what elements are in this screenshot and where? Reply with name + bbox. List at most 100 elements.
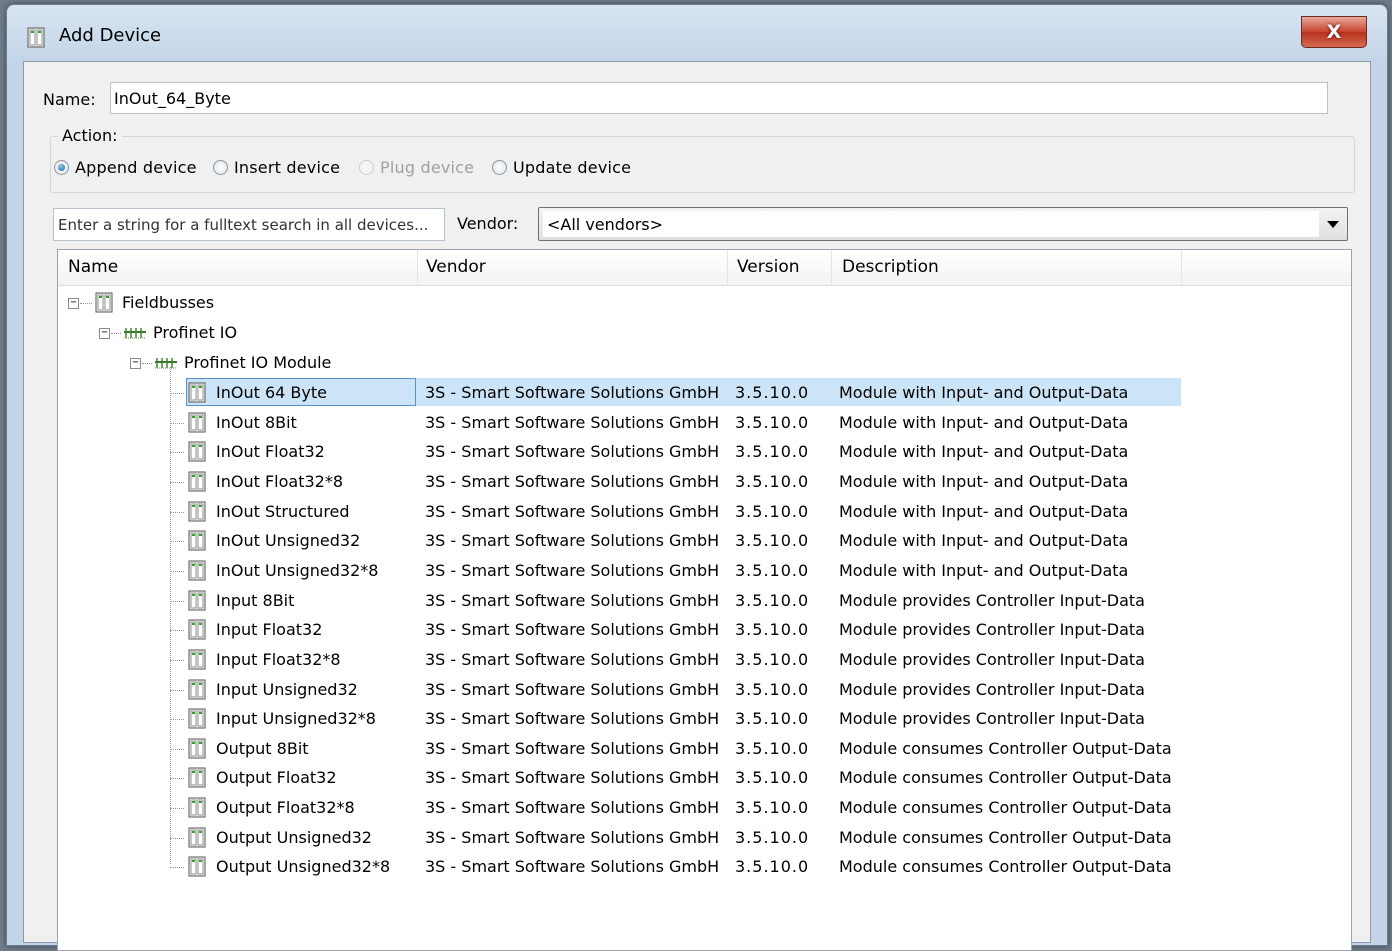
device-description: Module with Input- and Output-Data xyxy=(839,412,1129,432)
tree-node-label: Profinet IO Module xyxy=(184,353,332,372)
append-device-radio[interactable]: Append device xyxy=(54,158,197,177)
table-row-input-float32x8[interactable]: Input Float32*8 3S - Smart Software Solut… xyxy=(58,645,1351,675)
table-row-output-unsigned32x8[interactable]: Output Unsigned32*8 3S - Smart Software S… xyxy=(58,852,1351,882)
tree-line xyxy=(170,452,184,454)
device-version: 3.5.10.0 xyxy=(735,827,810,847)
device-icon xyxy=(188,649,206,670)
device-icon xyxy=(188,530,206,551)
table-row-inout-float32[interactable]: InOut Float32 3S - Smart Software Solutio… xyxy=(58,437,1351,467)
tree-node-fieldbusses[interactable]: − Fieldbusses xyxy=(58,288,1351,318)
device-version: 3.5.10.0 xyxy=(735,442,810,462)
device-version: 3.5.10.0 xyxy=(735,531,810,551)
table-row-input-unsigned32[interactable]: Input Unsigned32 3S - Smart Software Solu… xyxy=(58,675,1351,705)
device-name: Output Unsigned32 xyxy=(216,827,372,847)
device-vendor: 3S - Smart Software Solutions GmbH xyxy=(425,857,720,877)
fieldbus-icon xyxy=(155,357,177,369)
column-header-description[interactable]: Description xyxy=(832,250,1182,285)
table-row-inout-float32x8[interactable]: InOut Float32*8 3S - Smart Software Solut… xyxy=(58,467,1351,497)
device-version: 3.5.10.0 xyxy=(735,649,810,669)
vendor-dropdown[interactable]: <All vendors> xyxy=(538,207,1348,241)
name-input[interactable] xyxy=(110,82,1328,114)
vendor-label: Vendor: xyxy=(457,214,519,233)
device-version: 3.5.10.0 xyxy=(735,501,810,521)
chevron-down-icon[interactable] xyxy=(1327,221,1339,228)
device-icon xyxy=(188,856,206,877)
radio-disabled-icon xyxy=(359,160,374,175)
tree-line xyxy=(170,659,184,661)
table-row-inout-unsigned32x8[interactable]: InOut Unsigned32*8 3S - Smart Software So… xyxy=(58,556,1351,586)
device-vendor: 3S - Smart Software Solutions GmbH xyxy=(425,649,720,669)
device-vendor: 3S - Smart Software Solutions GmbH xyxy=(425,679,720,699)
device-version: 3.5.10.0 xyxy=(735,768,810,788)
device-version: 3.5.10.0 xyxy=(735,798,810,818)
tree-line xyxy=(170,837,184,839)
column-header-vendor[interactable]: Vendor xyxy=(416,250,728,285)
table-row-inout-unsigned32[interactable]: InOut Unsigned32 3S - Smart Software Solu… xyxy=(58,526,1351,556)
device-icon xyxy=(188,501,206,522)
device-description: Module with Input- and Output-Data xyxy=(839,383,1129,402)
column-header-name[interactable]: Name xyxy=(58,250,418,285)
device-icon xyxy=(188,767,206,788)
insert-device-label: Insert device xyxy=(234,158,341,177)
table-row-output-float32[interactable]: Output Float32 3S - Smart Software Soluti… xyxy=(58,763,1351,793)
table-row-inout-8bit[interactable]: InOut 8Bit 3S - Smart Software Solutions … xyxy=(58,408,1351,438)
device-vendor: 3S - Smart Software Solutions GmbH xyxy=(425,768,720,788)
tree-node-label: Profinet IO xyxy=(153,323,238,342)
update-device-radio[interactable]: Update device xyxy=(492,158,631,177)
update-device-label: Update device xyxy=(513,158,632,177)
close-button[interactable]: X xyxy=(1301,16,1367,48)
tree-node-profinet-io-module[interactable]: − Profinet IO Module xyxy=(58,348,1351,378)
device-name: Input 8Bit xyxy=(216,590,295,610)
title-bar[interactable]: Add Device X xyxy=(7,5,1387,61)
device-description: Module with Input- and Output-Data xyxy=(839,501,1129,521)
tree-line xyxy=(170,600,184,602)
device-name: Input Float32*8 xyxy=(216,649,341,669)
device-tree-table[interactable]: Name Vendor Version Description − Fieldb… xyxy=(57,249,1352,951)
device-version: 3.5.10.0 xyxy=(735,383,810,402)
device-version: 3.5.10.0 xyxy=(735,590,810,610)
table-row-output-8bit[interactable]: Output 8Bit 3S - Smart Software Solutions… xyxy=(58,734,1351,764)
table-row-inout-64-byte[interactable]: InOut 64 Byte 3S - Smart Software Solutio… xyxy=(58,378,1351,408)
plug-device-radio: Plug device xyxy=(359,158,474,177)
fulltext-search-input[interactable] xyxy=(53,208,445,241)
device-vendor: 3S - Smart Software Solutions GmbH xyxy=(425,738,720,758)
device-name: InOut 8Bit xyxy=(216,412,297,432)
tree-line xyxy=(170,748,184,750)
device-name: InOut Float32*8 xyxy=(216,471,344,491)
tree-line xyxy=(170,511,184,513)
table-row-input-8bit[interactable]: Input 8Bit 3S - Smart Software Solutions … xyxy=(58,586,1351,616)
tree-node-profinet-io[interactable]: − Profinet IO xyxy=(58,318,1351,348)
device-version: 3.5.10.0 xyxy=(735,471,810,491)
device-icon xyxy=(188,590,206,610)
table-row-input-float32[interactable]: Input Float32 3S - Smart Software Solutio… xyxy=(58,615,1351,645)
device-vendor: 3S - Smart Software Solutions GmbH xyxy=(425,620,720,640)
tree-line xyxy=(170,867,184,869)
device-vendor: 3S - Smart Software Solutions GmbH xyxy=(425,827,720,847)
table-row-output-unsigned32[interactable]: Output Unsigned32 3S - Smart Software Sol… xyxy=(58,823,1351,853)
device-icon xyxy=(188,827,206,848)
device-vendor: 3S - Smart Software Solutions GmbH xyxy=(425,471,720,491)
collapse-icon[interactable]: − xyxy=(99,328,110,339)
tree-line xyxy=(170,808,184,810)
table-row-output-float32x8[interactable]: Output Float32*8 3S - Smart Software Solu… xyxy=(58,793,1351,823)
device-vendor: 3S - Smart Software Solutions GmbH xyxy=(425,383,720,402)
table-row-inout-structured[interactable]: InOut Structured 3S - Smart Software Solu… xyxy=(58,497,1351,527)
collapse-icon[interactable]: − xyxy=(68,298,79,309)
device-name: InOut Float32 xyxy=(216,442,325,462)
device-icon xyxy=(188,560,206,581)
radio-icon xyxy=(492,160,507,175)
column-header-row: Name Vendor Version Description xyxy=(58,250,1351,286)
device-name: Input Unsigned32*8 xyxy=(216,709,376,729)
device-name: InOut Unsigned32 xyxy=(216,531,361,551)
column-header-version[interactable]: Version xyxy=(727,250,832,285)
collapse-icon[interactable]: − xyxy=(130,358,141,369)
table-row-input-unsigned32x8[interactable]: Input Unsigned32*8 3S - Smart Software So… xyxy=(58,704,1351,734)
device-name: Output 8Bit xyxy=(216,738,309,758)
device-icon xyxy=(27,27,45,48)
device-description: Module consumes Controller Output-Data xyxy=(839,798,1172,818)
device-description: Module consumes Controller Output-Data xyxy=(839,827,1172,847)
tree-line xyxy=(170,481,184,483)
insert-device-radio[interactable]: Insert device xyxy=(213,158,340,177)
device-vendor: 3S - Smart Software Solutions GmbH xyxy=(425,531,720,551)
vendor-selected-value: <All vendors> xyxy=(543,211,1319,237)
